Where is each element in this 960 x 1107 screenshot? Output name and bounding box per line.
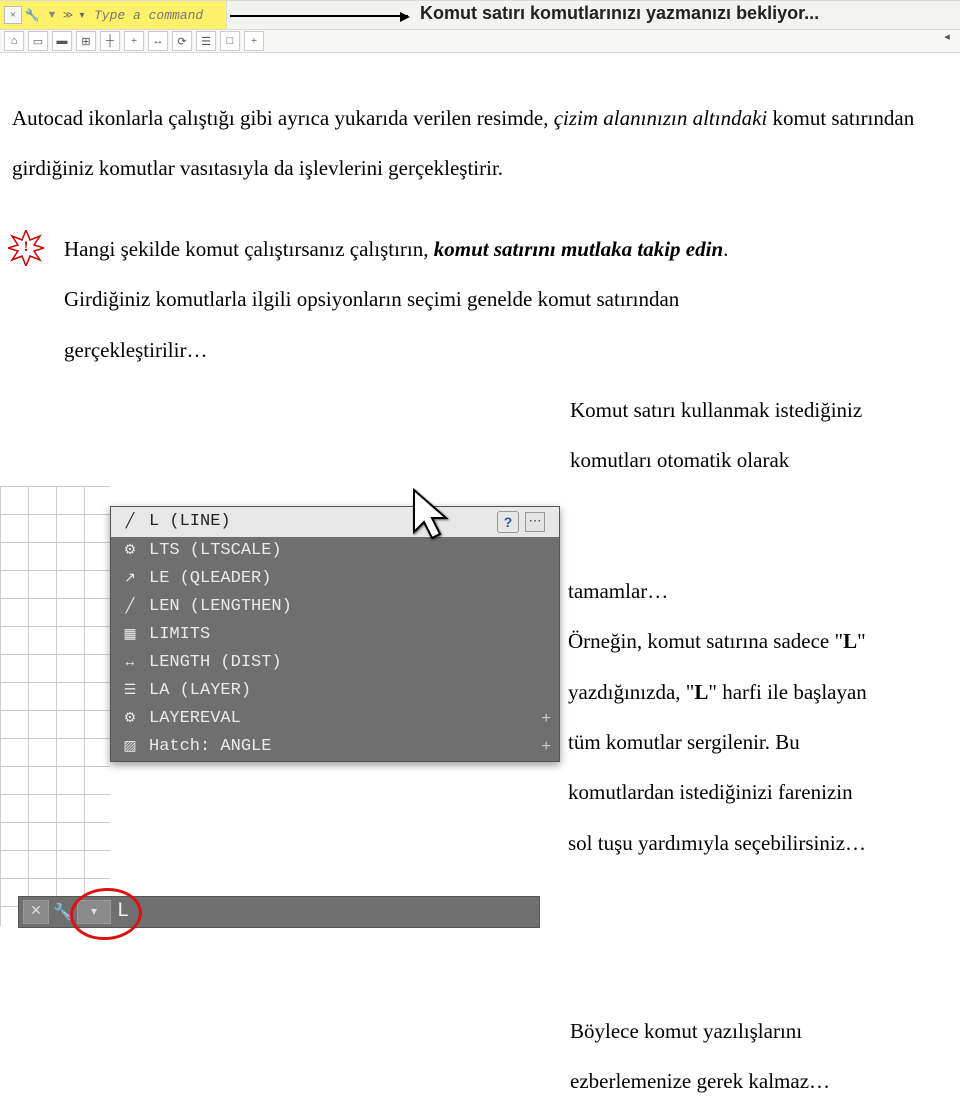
- r4a: Örneğin, komut satırına sadece ": [568, 629, 843, 653]
- command-item-label: LE (QLEADER): [149, 569, 271, 588]
- toolbar-icon-9[interactable]: □: [220, 31, 240, 51]
- autocomplete-figure: ╱L (LINE)?⋯⚙LTS (LTSCALE)↗LE (QLEADER)╱L…: [0, 566, 568, 1006]
- help-icon[interactable]: ?: [497, 511, 519, 533]
- warning-mark: !: [24, 239, 29, 256]
- autocomplete-item[interactable]: ↔ LENGTH (DIST): [111, 649, 559, 677]
- command-item-label: LENGTH (DIST): [149, 653, 282, 672]
- autocomplete-popup: ╱ L (LINE)? ⋯ ⚙ LTS (LTSCALE) ↗ LE (QLEADER) ╱ L…: [110, 506, 560, 762]
- r5a: yazdığınızda, ": [568, 680, 694, 704]
- right-line-2: komutları otomatik olarak: [570, 435, 960, 485]
- callout-arrow: [230, 15, 408, 17]
- command-bar-highlight: × 🔧 ▼ ≫ ▾: [0, 1, 227, 29]
- right-line-8: sol tuşu yardımıyla seçebilirsiniz…: [568, 818, 948, 868]
- right-line-9: Böylece komut yazılışlarını: [570, 1006, 960, 1056]
- command-item-label: L (LINE): [149, 512, 231, 531]
- autocomplete-item[interactable]: ▨ Hatch: ANGLE +: [111, 733, 559, 761]
- toolbar-icon-1[interactable]: ▭: [28, 31, 48, 51]
- command-item-icon: ╱: [119, 512, 141, 532]
- w1-c: .: [723, 237, 728, 261]
- starburst-icon: !: [8, 230, 44, 266]
- right-line-10: ezberlemenize gerek kalmaz…: [570, 1056, 960, 1106]
- right-line-7: komutlardan istediğinizi farenizin: [568, 767, 948, 817]
- toolbar-icon-4[interactable]: ┼: [100, 31, 120, 51]
- w1-b: komut satırını mutlaka takip edin: [434, 237, 723, 261]
- right-line-1: Komut satırı kullanmak istediğiniz: [570, 385, 960, 435]
- p1-text-a: Autocad ikonlarla çalıştığı gibi ayrıca …: [12, 106, 554, 130]
- command-item-icon: ↗: [119, 569, 141, 589]
- r4c: ": [857, 629, 866, 653]
- autocomplete-item[interactable]: ↗ LE (QLEADER): [111, 565, 559, 593]
- more-icon[interactable]: ⋯: [525, 512, 545, 532]
- toolbar-icon-10[interactable]: +: [244, 31, 264, 51]
- warning-line-3: gerçekleştirilir…: [12, 325, 928, 375]
- command-input[interactable]: [92, 7, 216, 24]
- command-item-icon: ⚙: [119, 709, 141, 729]
- command-item-icon: ↔: [119, 653, 141, 673]
- autocomplete-item[interactable]: ╱ LEN (LENGTHEN): [111, 593, 559, 621]
- autocomplete-item[interactable]: ⚙ LAYEREVAL +: [111, 705, 559, 733]
- right-line-4: Örneğin, komut satırına sadece "L": [568, 616, 948, 666]
- toolbar-icon-5[interactable]: +: [124, 31, 144, 51]
- dropdown-icon: ▾: [76, 9, 88, 21]
- toolbar-icon-3[interactable]: ⊞: [76, 31, 96, 51]
- command-item-icon: ⚙: [119, 541, 141, 561]
- toolbar-icon-7[interactable]: ⟳: [172, 31, 192, 51]
- command-item-icon: ▦: [119, 625, 141, 645]
- command-item-icon: ╱: [119, 597, 141, 617]
- commandline-close-icon[interactable]: ✕: [23, 900, 49, 924]
- r5c: " harfi ile başlayan: [708, 680, 866, 704]
- right-line-3: tamamlar…: [568, 566, 948, 616]
- command-item-icon: ☰: [119, 681, 141, 701]
- command-item-label: LEN (LENGTHEN): [149, 597, 292, 616]
- command-item-label: LA (LAYER): [149, 681, 251, 700]
- autocomplete-item[interactable]: ⚙ LTS (LTSCALE): [111, 537, 559, 565]
- command-item-icon: ▨: [119, 737, 141, 757]
- expand-plus-icon[interactable]: +: [541, 738, 551, 756]
- close-icon[interactable]: ×: [4, 6, 22, 24]
- autocomplete-item[interactable]: ╱ L (LINE)? ⋯: [111, 507, 559, 537]
- command-item-label: LAYEREVAL: [149, 709, 241, 728]
- secondary-toolbar: ⌂▭▬⊞┼+↔⟳☰□+: [0, 30, 960, 53]
- paragraph-1: Autocad ikonlarla çalıştığı gibi ayrıca …: [12, 93, 928, 194]
- command-bar-figure: × 🔧 ▼ ≫ ▾ Komut satırı komutlarınızı yaz…: [0, 0, 960, 30]
- wrench-icon[interactable]: 🔧: [24, 7, 40, 23]
- r4b: L: [843, 629, 857, 653]
- warning-line-1: Hangi şekilde komut çalıştırsanız çalışt…: [12, 224, 928, 274]
- scroll-right-icon[interactable]: ◂: [940, 29, 954, 43]
- autocomplete-item[interactable]: ☰ LA (LAYER): [111, 677, 559, 705]
- drawing-grid: [0, 486, 110, 926]
- expand-plus-icon[interactable]: +: [541, 710, 551, 728]
- mouse-cursor-icon: [410, 488, 452, 549]
- w1-a: Hangi şekilde komut çalıştırsanız çalışt…: [64, 237, 434, 261]
- p1-text-b: çizim alanınızın altındaki: [554, 106, 768, 130]
- toolbar-icon-2[interactable]: ▬: [52, 31, 72, 51]
- right-line-6: tüm komutlar sergilenir. Bu: [568, 717, 948, 767]
- command-item-label: LIMITS: [149, 625, 210, 644]
- r5b: L: [694, 680, 708, 704]
- callout-text: Komut satırı komutlarınızı yazmanızı bek…: [420, 3, 819, 24]
- prompt-icon: ≫: [62, 9, 74, 21]
- toolbar-icon-0[interactable]: ⌂: [4, 31, 24, 51]
- toolbar-icon-6[interactable]: ↔: [148, 31, 168, 51]
- prompt-icon-group: ≫ ▾: [62, 9, 88, 21]
- warning-line-2: Girdiğiniz komutlarla ilgili opsiyonları…: [12, 274, 928, 324]
- toolbar-icon-8[interactable]: ☰: [196, 31, 216, 51]
- right-line-5: yazdığınızda, "L" harfi ile başlayan: [568, 667, 948, 717]
- command-item-label: LTS (LTSCALE): [149, 541, 282, 560]
- autocomplete-item[interactable]: ▦ LIMITS: [111, 621, 559, 649]
- chevron-down-icon[interactable]: ▼: [44, 7, 60, 23]
- warning-block: ! Hangi şekilde komut çalıştırsanız çalı…: [12, 224, 928, 375]
- command-item-label: Hatch: ANGLE: [149, 737, 271, 756]
